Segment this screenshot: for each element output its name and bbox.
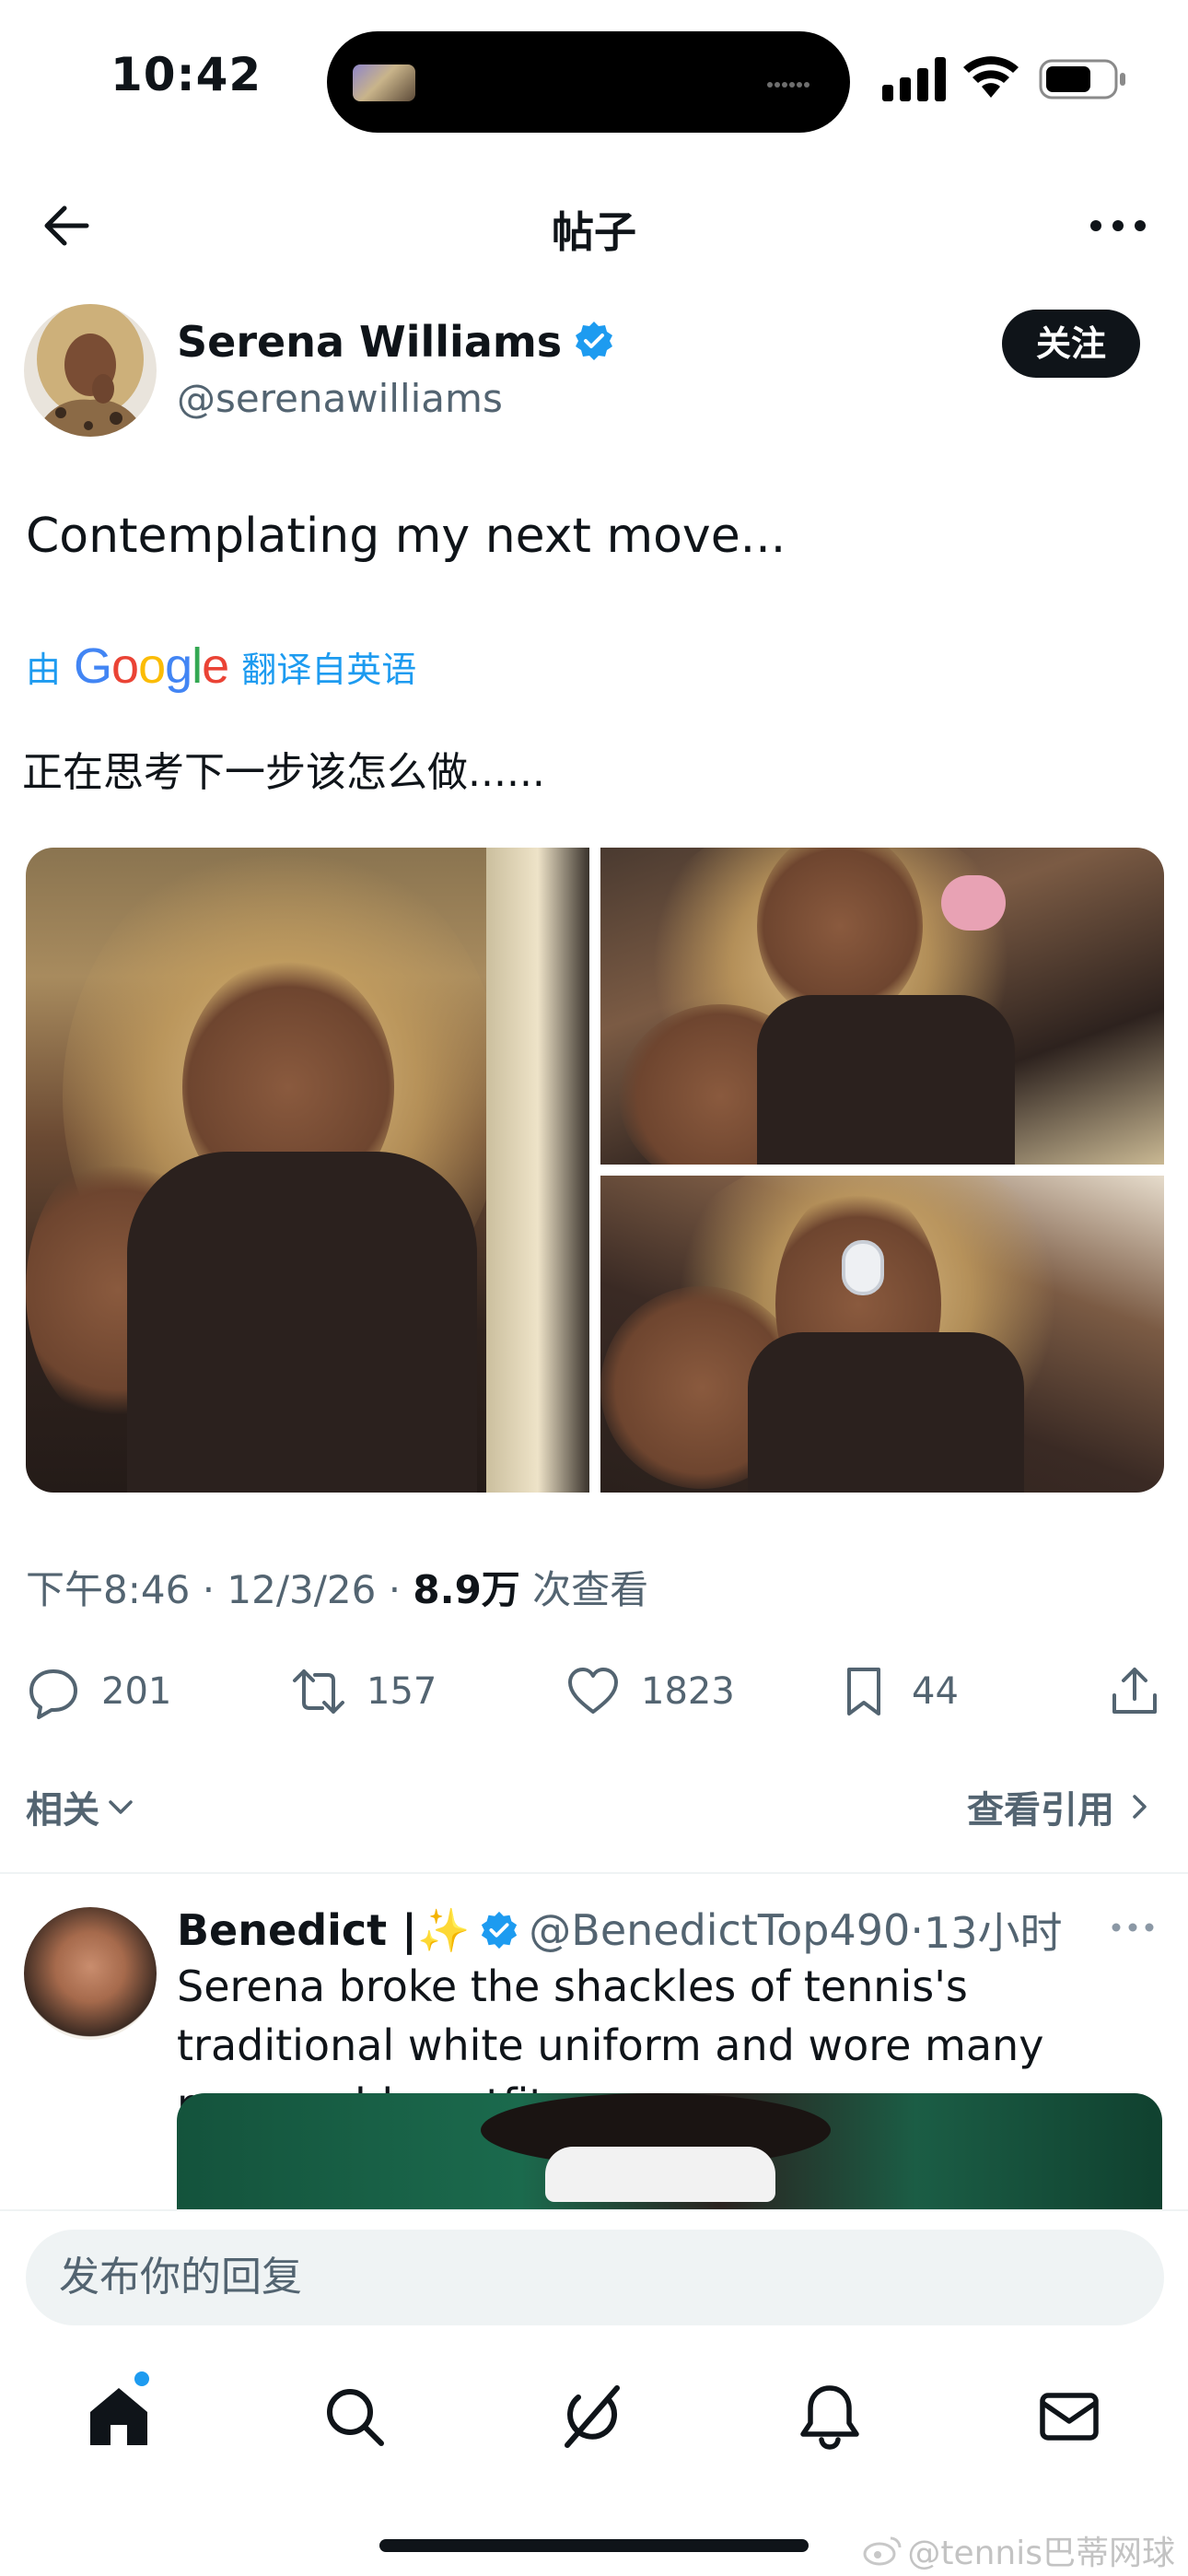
home-indicator[interactable]: [379, 2539, 809, 2552]
translated-text: 正在思考下一步该怎么做......: [22, 749, 545, 796]
audio-waveform-icon: [767, 74, 822, 90]
reply-count: 201: [101, 1670, 172, 1713]
reply-icon: [29, 1669, 77, 1719]
follow-button[interactable]: 关注: [1002, 310, 1140, 378]
reply-header[interactable]: Benedict |✨ @BenedictTop490 · 13小时: [177, 1900, 1062, 1961]
bookmark-icon: [847, 1668, 880, 1715]
repost-icon: [293, 1669, 344, 1714]
related-filter[interactable]: 相关: [26, 1780, 136, 1833]
reply-button[interactable]: 201: [26, 1655, 171, 1728]
author-avatar[interactable]: [24, 304, 157, 437]
author-name: Serena Williams: [177, 317, 563, 367]
top-nav-bar: 帖子: [0, 175, 1188, 276]
live-activity-thumbnail: [353, 64, 415, 101]
translate-prefix: 由: [26, 649, 62, 690]
repost-count: 157: [367, 1670, 437, 1713]
more-options-icon[interactable]: [1105, 1909, 1160, 1946]
bookmark-button[interactable]: 44: [836, 1655, 959, 1728]
reply-media-image[interactable]: [177, 2093, 1162, 2209]
view-quotes-link[interactable]: 查看引用: [967, 1780, 1155, 1833]
post-time: 下午8:46: [26, 1567, 191, 1612]
post-photo-2[interactable]: [600, 848, 1164, 1165]
bookmark-count: 44: [912, 1670, 959, 1713]
weibo-logo-icon: [863, 2536, 902, 2566]
like-count: 1823: [641, 1670, 735, 1713]
home-notification-dot: [134, 2371, 149, 2386]
author-handle[interactable]: @serenawilliams: [177, 376, 503, 421]
views-count: 8.9万: [413, 1567, 520, 1612]
translation-attribution[interactable]: 由 Google 翻译自英语: [26, 638, 416, 695]
quotes-label: 查看引用: [967, 1789, 1114, 1832]
more-options-icon[interactable]: [1081, 195, 1155, 256]
home-icon: [90, 2388, 147, 2445]
battery-icon: [1039, 59, 1125, 100]
reply-author-name: Benedict |✨: [177, 1904, 471, 1955]
heart-icon: [568, 1668, 618, 1714]
post-metadata: 下午8:46 · 12/3/26 · 8.9万 次查看: [26, 1567, 649, 1612]
post-photo-1[interactable]: [26, 848, 589, 1493]
bottom-tab-bar: [0, 2340, 1188, 2506]
grok-icon: [565, 2385, 620, 2448]
reply-author-handle: @BenedictTop490: [529, 1905, 911, 1955]
post-author: Serena Williams @serenawilliams 关注: [0, 300, 1188, 439]
post-media-grid: [26, 848, 1164, 1493]
wifi-icon: [963, 56, 1019, 98]
tab-notifications[interactable]: [794, 2381, 866, 2453]
tab-home[interactable]: [83, 2381, 155, 2453]
tab-messages[interactable]: [1033, 2381, 1105, 2453]
status-bar: 10:42: [0, 0, 1188, 157]
post-date: 12/3/26: [227, 1567, 377, 1612]
verified-badge-icon: [576, 322, 613, 360]
share-button[interactable]: [1107, 1655, 1182, 1728]
search-icon: [327, 2389, 384, 2446]
author-name-row[interactable]: Serena Williams: [177, 317, 615, 367]
divider: [0, 1872, 1188, 1874]
chevron-right-icon: [1133, 1795, 1147, 1819]
repost-button[interactable]: 157: [291, 1655, 437, 1728]
status-time: 10:42: [111, 48, 262, 101]
tab-grok[interactable]: [556, 2381, 628, 2453]
reply-author-avatar[interactable]: [24, 1907, 157, 2040]
post-text: Contemplating my next move...: [26, 509, 786, 564]
page-title: 帖子: [552, 207, 636, 257]
translate-suffix: 翻译自英语: [241, 649, 417, 690]
share-icon: [1112, 1668, 1157, 1714]
reply-composer-input[interactable]: 发布你的回复: [26, 2230, 1164, 2325]
messages-icon: [1040, 2393, 1099, 2441]
notifications-icon: [800, 2385, 859, 2450]
watermark-text: @tennis巴蒂网球: [907, 2535, 1175, 2572]
reply-time: 13小时: [923, 1908, 1063, 1958]
verified-badge-icon: [482, 1911, 518, 1950]
sparkle-emoji: ✨: [416, 1904, 471, 1955]
dynamic-island[interactable]: [327, 31, 850, 133]
related-label: 相关: [26, 1789, 99, 1832]
google-logo: Google: [74, 638, 229, 694]
post-photo-3[interactable]: [600, 1176, 1164, 1493]
like-button[interactable]: 1823: [565, 1655, 735, 1728]
tab-search[interactable]: [319, 2381, 390, 2453]
views-label: 次查看: [532, 1567, 649, 1612]
chevron-down-icon: [109, 1800, 133, 1814]
watermark: @tennis巴蒂网球: [863, 2526, 1175, 2574]
post-action-bar: 201 157 1823 44: [0, 1655, 1188, 1728]
cellular-signal-icon: [882, 57, 946, 101]
